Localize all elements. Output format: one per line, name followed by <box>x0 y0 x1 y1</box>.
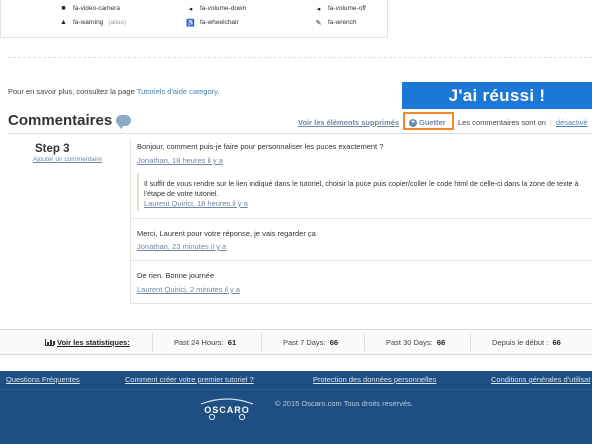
stat-since-start: Depuis le début : 66 <box>492 338 561 347</box>
thread-left-border <box>130 138 131 304</box>
stat-divider <box>152 333 153 351</box>
stat-past-24-hours: Past 24 Hours: 61 <box>174 338 236 347</box>
disable-comments-link[interactable]: désactivé <box>556 118 588 127</box>
comment-text: Merci, Laurent pour votre réponse, je va… <box>137 229 316 238</box>
footer-link-faq[interactable]: Questions Fréquentes <box>6 375 80 384</box>
icon-cell-warning: ▲ fa-warning (alias) <box>59 19 126 26</box>
video-camera-icon: ■ <box>61 5 66 12</box>
comment-divider <box>130 260 592 261</box>
footer-link-first-tutorial[interactable]: Comment créer votre premier tutoriel ? <box>125 375 254 384</box>
icon-cell-volume-down: ◂ fa-volume-down <box>186 5 247 13</box>
icon-name: fa-video-camera <box>73 5 120 12</box>
section-divider <box>8 57 592 58</box>
icon-reference-panel: ■ fa-video-camera ◂ fa-volume-down ◂ fa-… <box>0 0 388 38</box>
watch-button-label: Guetter <box>419 118 446 127</box>
add-comment-link[interactable]: Ajouter un commentaire <box>33 156 102 163</box>
comments-status: Les commentaires sont on | désactivé <box>458 118 588 127</box>
comment-author[interactable]: Jonathan, 18 heures il y a <box>137 156 223 165</box>
comment-bubble-icon <box>116 115 132 129</box>
comment-author[interactable]: Jonathan, 23 minutes il y a <box>137 242 226 251</box>
view-deleted-link[interactable]: Voir les éléments supprimés <box>298 118 399 127</box>
step-title: Step 3 <box>35 143 70 155</box>
reply-text: Il suffit de vous rendre sur le lien ind… <box>144 179 579 198</box>
icon-cell-wrench: ✎ fa-wrench <box>314 19 357 27</box>
stat-label: Depuis le début : <box>492 338 549 347</box>
stat-divider <box>364 333 365 351</box>
view-stats-link[interactable]: Voir les statistiques: <box>45 338 130 347</box>
icon-name: fa-wheelchair <box>200 19 239 26</box>
reply-author[interactable]: Laurent Quirici, 18 heures il y a <box>144 199 248 208</box>
stat-label: Past 7 Days: <box>283 338 326 347</box>
stat-label: Past 30 Days: <box>386 338 433 347</box>
volume-off-icon: ◂ <box>316 5 321 13</box>
icon-cell-volume-off: ◂ fa-volume-off <box>314 5 366 13</box>
footer-divider <box>0 389 592 390</box>
help-line: Pour en savoir plus, consultez la page T… <box>8 87 219 96</box>
icon-name: fa-wrench <box>328 19 357 26</box>
icon-alias: (alias) <box>108 19 127 26</box>
stat-divider <box>261 333 262 351</box>
warning-icon: ▲ <box>60 19 67 26</box>
help-category-link[interactable]: Tutoriels d'aide category <box>137 87 218 96</box>
stat-divider <box>470 333 471 351</box>
stat-label: Past 24 Hours: <box>174 338 224 347</box>
comment-author[interactable]: Laurent Quirici, 2 minutes il y a <box>137 285 240 294</box>
comments-title: Commentaires <box>8 112 113 129</box>
icon-name: fa-warning <box>73 19 104 26</box>
stat-past-7-days: Past 7 Days: 66 <box>283 338 338 347</box>
icon-name: fa-volume-down <box>200 5 247 12</box>
volume-down-icon: ◂ <box>188 5 193 13</box>
icon-cell-video-camera: ■ fa-video-camera <box>59 5 120 12</box>
help-suffix: . <box>217 87 220 96</box>
stat-value: 66 <box>552 338 561 347</box>
wrench-icon: ✎ <box>315 19 322 27</box>
footer-link-privacy[interactable]: Protection des données personnelles <box>313 375 436 384</box>
comment-divider <box>130 218 592 219</box>
header-divider <box>8 133 592 134</box>
icon-name: fa-volume-off <box>328 5 366 12</box>
success-button[interactable]: J'ai réussi ! <box>402 82 592 109</box>
logo-wordmark: OSCARO <box>204 405 250 415</box>
bar-chart-icon <box>45 339 55 346</box>
reply-indent-bar <box>137 174 139 210</box>
comments-status-text: Les commentaires sont on <box>458 118 546 127</box>
watch-button[interactable]: + Guetter <box>409 118 446 127</box>
comment-divider <box>130 303 592 304</box>
icon-cell-wheelchair: ♿ fa-wheelchair <box>186 19 239 27</box>
comment-text: De rien. Bonne journée <box>137 271 215 280</box>
help-prefix: Pour en savoir plus, consultez la page <box>8 87 137 96</box>
plus-icon: + <box>409 118 417 127</box>
copyright-text: © 2015 Oscaro.com Tous droits reservés. <box>275 399 413 408</box>
comments-heading: Commentaires <box>8 112 132 129</box>
stats-label: Voir les statistiques: <box>57 338 130 347</box>
comment-text: Bonjour, comment puis-je faire pour pers… <box>137 142 384 151</box>
stat-past-30-days: Past 30 Days: 66 <box>386 338 445 347</box>
footer-link-terms[interactable]: Conditions générales d'utilisat <box>491 375 590 384</box>
wheelchair-icon: ♿ <box>186 19 195 27</box>
stat-value: 61 <box>227 338 237 347</box>
stat-value: 66 <box>436 338 446 347</box>
oscaro-logo[interactable]: OSCARO <box>196 396 258 422</box>
stat-value: 66 <box>329 338 339 347</box>
